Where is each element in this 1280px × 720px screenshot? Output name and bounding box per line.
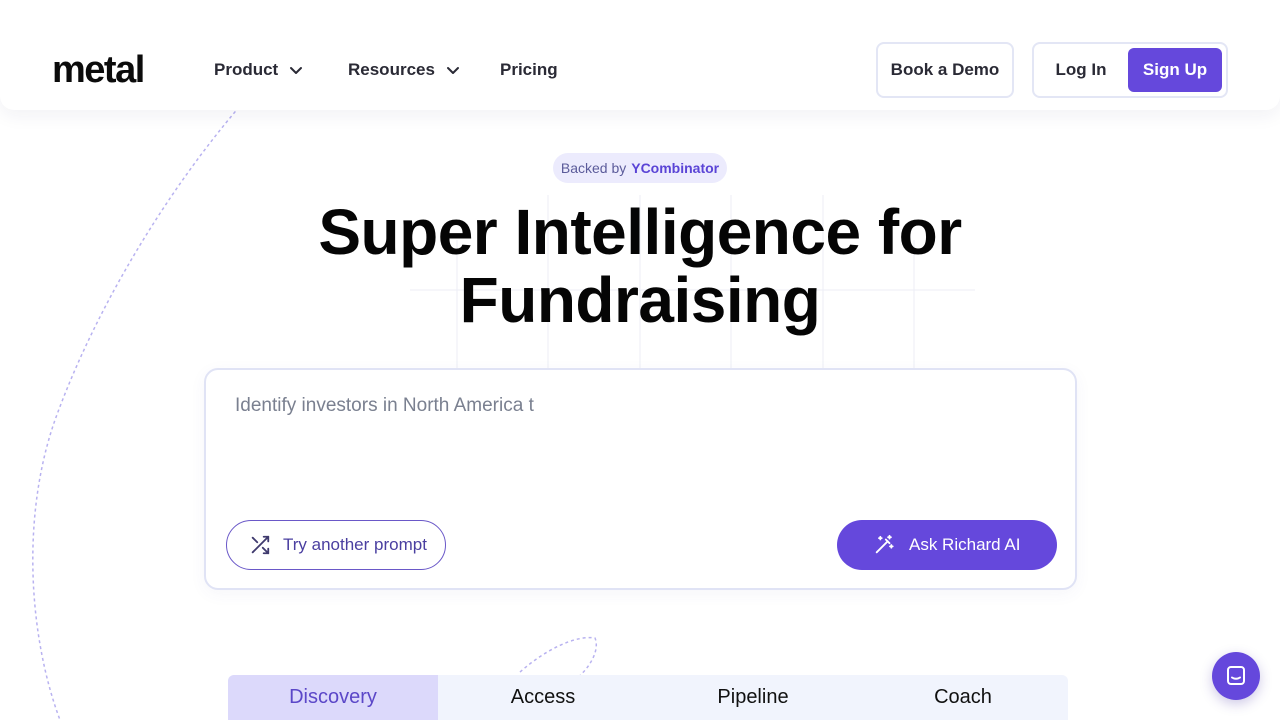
tab-access[interactable]: Access bbox=[438, 675, 648, 720]
top-navigation-bar: metal Product Resources Pricing Book a D… bbox=[0, 0, 1280, 110]
nav-product[interactable]: Product bbox=[214, 58, 304, 82]
nav-pricing-label: Pricing bbox=[500, 60, 558, 79]
tab-discovery[interactable]: Discovery bbox=[228, 675, 438, 720]
try-another-prompt-label: Try another prompt bbox=[283, 535, 427, 554]
login-button[interactable]: Log In bbox=[1040, 48, 1122, 92]
signup-button[interactable]: Sign Up bbox=[1128, 48, 1222, 92]
auth-button-group: Log In Sign Up bbox=[1032, 42, 1228, 98]
chevron-down-icon bbox=[290, 67, 303, 74]
tab-pipeline[interactable]: Pipeline bbox=[648, 675, 858, 720]
prompt-card: Try another prompt Ask Richard AI bbox=[204, 368, 1077, 590]
tab-coach[interactable]: Coach bbox=[858, 675, 1068, 720]
try-another-prompt-button[interactable]: Try another prompt bbox=[226, 520, 446, 570]
chevron-down-icon bbox=[446, 67, 459, 74]
hero-title: Super Intelligence for Fundraising bbox=[240, 198, 1040, 334]
hero-title-line2: Fundraising bbox=[459, 264, 821, 336]
nav-product-label: Product bbox=[214, 60, 279, 79]
chat-launcher-button[interactable] bbox=[1212, 652, 1260, 700]
chat-icon bbox=[1227, 666, 1245, 685]
ask-richard-ai-label: Ask Richard AI bbox=[909, 535, 1021, 554]
metal-logo[interactable]: metal bbox=[52, 48, 145, 92]
nav-resources-label: Resources bbox=[348, 60, 435, 79]
nav-pricing[interactable]: Pricing bbox=[500, 58, 558, 82]
nav-resources[interactable]: Resources bbox=[348, 58, 461, 82]
badge-brand: YCombinator bbox=[631, 160, 720, 176]
hero-title-line1: Super Intelligence for bbox=[318, 196, 962, 268]
backed-by-badge: Backed by YCombinator bbox=[553, 153, 727, 183]
badge-prefix: Backed by bbox=[560, 160, 627, 176]
prompt-input[interactable] bbox=[235, 394, 1035, 418]
book-demo-button[interactable]: Book a Demo bbox=[876, 42, 1014, 98]
shuffle-icon bbox=[251, 535, 270, 555]
ask-richard-ai-button[interactable]: Ask Richard AI bbox=[837, 520, 1057, 570]
feature-tabs: Discovery Access Pipeline Coach bbox=[228, 675, 1068, 720]
magic-wand-icon bbox=[875, 534, 894, 554]
